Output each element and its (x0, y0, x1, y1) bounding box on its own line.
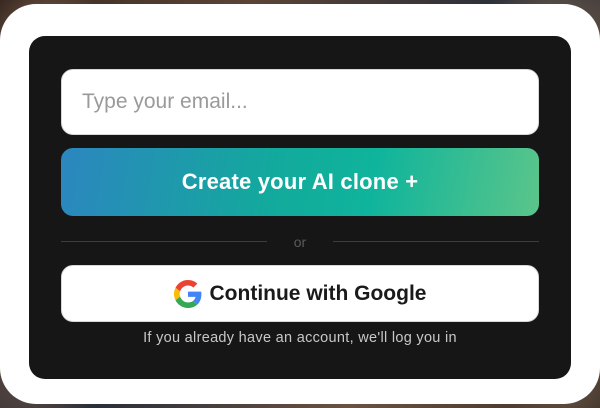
google-icon (173, 279, 202, 308)
signup-modal-frame: Create your AI clone + or Continue with … (0, 4, 600, 404)
divider-text: or (293, 234, 307, 250)
login-note: If you already have an account, we'll lo… (143, 330, 457, 346)
continue-with-google-button[interactable]: Continue with Google (61, 265, 539, 322)
or-divider: or (61, 234, 539, 250)
create-ai-clone-button[interactable]: Create your AI clone + (61, 148, 539, 216)
email-input[interactable] (61, 69, 539, 135)
google-button-label: Continue with Google (209, 281, 427, 305)
divider-line-right (333, 241, 539, 242)
signup-card: Create your AI clone + or Continue with … (29, 36, 571, 379)
